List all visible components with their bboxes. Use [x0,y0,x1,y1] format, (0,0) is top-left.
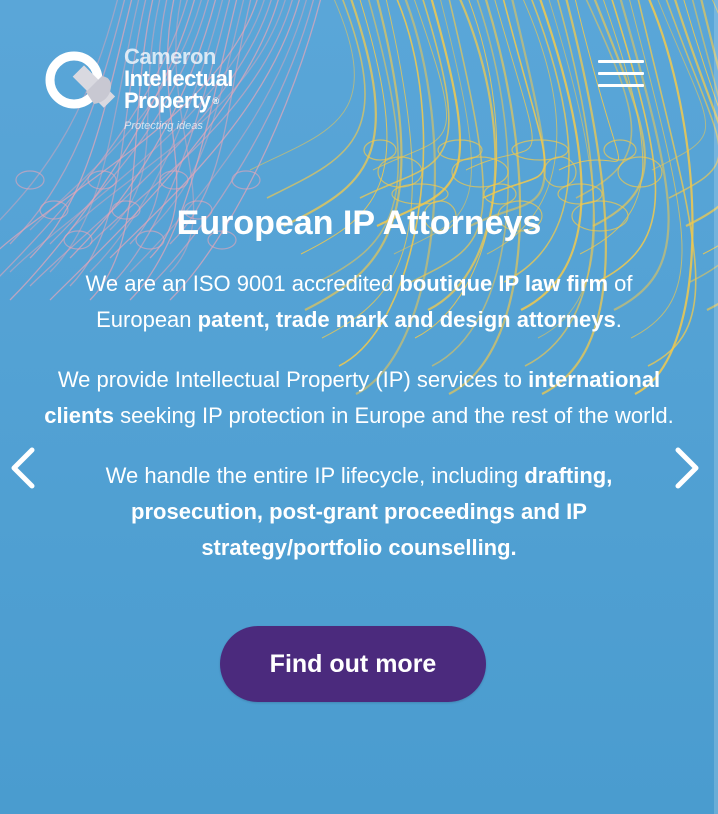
site-header: Cameron Intellectual Property ® Protectin… [0,0,718,140]
logo-line-2: Intellectual [124,66,233,91]
registered-mark: ® [212,96,219,106]
hamburger-menu-icon[interactable] [598,60,644,88]
lifecycle-paragraph: We handle the entire IP lifecycle, inclu… [105,463,613,560]
logo-line-3: Property [124,88,211,113]
logo[interactable]: Cameron Intellectual Property ® Protectin… [44,46,264,136]
find-out-more-button[interactable]: Find out more [220,626,486,702]
logo-tagline: Protecting ideas [124,120,203,132]
services-paragraph: We provide Intellectual Property (IP) se… [44,367,674,428]
hero-slider: Cameron Intellectual Property ® Protectin… [0,0,718,814]
chevron-right-icon[interactable] [666,444,706,492]
cip-logo-icon [45,51,116,109]
scrollbar[interactable] [714,0,718,814]
slide-content: European IP Attorneys We are an ISO 9001… [40,200,678,566]
chevron-left-icon[interactable] [4,444,44,492]
intro-paragraph: We are an ISO 9001 accredited boutique I… [85,271,633,332]
logo-wordmark: Cameron Intellectual Property ® [124,46,233,112]
logo-line-1: Cameron [124,44,216,69]
slide-heading: European IP Attorneys [176,204,542,242]
